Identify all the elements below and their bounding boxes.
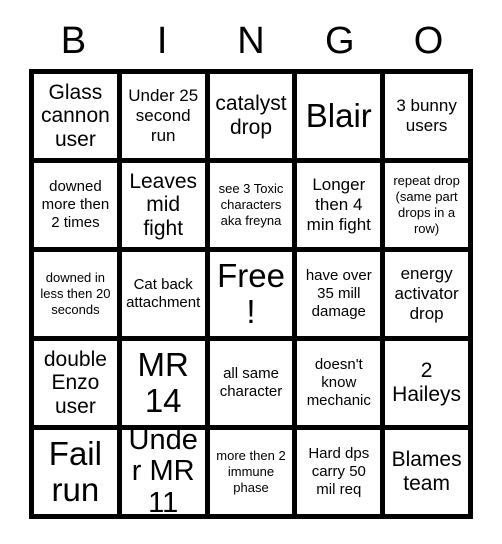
bingo-cell-label: downed more then 2 times [41,178,110,231]
bingo-cell-n5[interactable]: more then 2 immune phase [209,430,298,519]
bingo-cell-label: Blair [305,97,372,135]
bingo-cell-b2[interactable]: downed more then 2 times [34,163,122,252]
bingo-cell-label: catalyst drop [215,92,287,139]
bingo-cell-label: have over 35 mill damage [305,267,372,320]
bingo-cell-o3[interactable]: energy activator drop [385,252,473,341]
bingo-cell-g1[interactable]: Blair [297,74,386,163]
bingo-cell-b3[interactable]: downed in less then 20 seconds [34,252,122,341]
bingo-cell-n4[interactable]: all same character [209,341,298,430]
header-letter-text: G [325,20,355,62]
bingo-cell-label: 3 bunny users [396,95,457,135]
bingo-header-letter-i: I [118,16,207,66]
bingo-cell-label: double Enzo user [43,347,107,418]
bingo-cell-label: more then 2 immune phase [216,448,286,495]
bingo-cell-o1[interactable]: 3 bunny users [385,74,473,163]
bingo-cell-i5[interactable]: Under MR 11 [121,430,210,519]
bingo-header-letter-g: G [295,16,384,66]
bingo-header-letter-o: O [384,16,473,66]
bingo-cell-free-space[interactable]: Free! [209,252,298,341]
bingo-cell-i4[interactable]: MR 14 [121,341,210,430]
bingo-cell-g3[interactable]: have over 35 mill damage [297,252,386,341]
header-letter-text: N [237,20,265,62]
bingo-cell-o5[interactable]: Blames team [385,430,473,519]
bingo-cell-label: 2 Haileys [392,359,462,406]
bingo-cell-label: Leaves mid fight [129,169,198,240]
header-letter-text: I [156,20,168,62]
bingo-cell-i2[interactable]: Leaves mid fight [121,163,210,252]
bingo-cell-o4[interactable]: 2 Haileys [385,341,473,430]
bingo-cell-n1[interactable]: catalyst drop [209,74,298,163]
bingo-cell-g5[interactable]: Hard dps carry 50 mil req [297,430,386,519]
bingo-cell-label: Glass cannon user [40,80,110,151]
bingo-cell-label: Fail run [48,435,102,508]
bingo-cell-label: Free! [217,257,285,330]
header-letter-text: B [60,20,87,62]
bingo-cell-o2[interactable]: repeat drop (same part drops in a row) [385,163,473,252]
bingo-header-letter-n: N [207,16,296,66]
bingo-cell-label: Hard dps carry 50 mil req [308,445,370,498]
bingo-cell-label: repeat drop (same part drops in a row) [393,173,460,236]
bingo-cell-i1[interactable]: Under 25 second run [121,74,210,163]
bingo-cell-g4[interactable]: doesn't know mechanic [297,341,386,430]
bingo-cell-label: MR 14 [137,346,189,419]
bingo-cell-g2[interactable]: Longer then 4 min fight [297,163,386,252]
header-letter-text: O [413,20,444,62]
bingo-cell-n2[interactable]: see 3 Toxic characters aka freyna [209,163,298,252]
bingo-header-row: B I N G O [29,16,473,66]
bingo-cell-label: see 3 Toxic characters aka freyna [218,181,284,228]
bingo-cell-label: downed in less then 20 seconds [40,270,111,317]
bingo-cell-label: all same character [219,365,283,400]
bingo-cell-b4[interactable]: double Enzo user [34,341,122,430]
bingo-cell-label: Under MR 11 [128,430,198,519]
bingo-cell-label: Blames team [391,448,462,495]
bingo-cell-label: Longer then 4 min fight [306,174,371,235]
bingo-grid: Glass cannon user Under 25 second run ca… [29,69,473,519]
bingo-cell-label: Under 25 second run [128,85,199,146]
bingo-cell-label: doesn't know mechanic [306,356,371,409]
bingo-card: B I N G O Glass cannon user Under 25 sec… [0,0,502,544]
bingo-cell-b1[interactable]: Glass cannon user [34,74,122,163]
bingo-cell-label: Cat back attachment [126,276,201,311]
bingo-cell-b5[interactable]: Fail run [34,430,122,519]
bingo-cell-i3[interactable]: Cat back attachment [121,252,210,341]
bingo-cell-label: energy activator drop [394,263,459,324]
bingo-header-letter-b: B [29,16,118,66]
